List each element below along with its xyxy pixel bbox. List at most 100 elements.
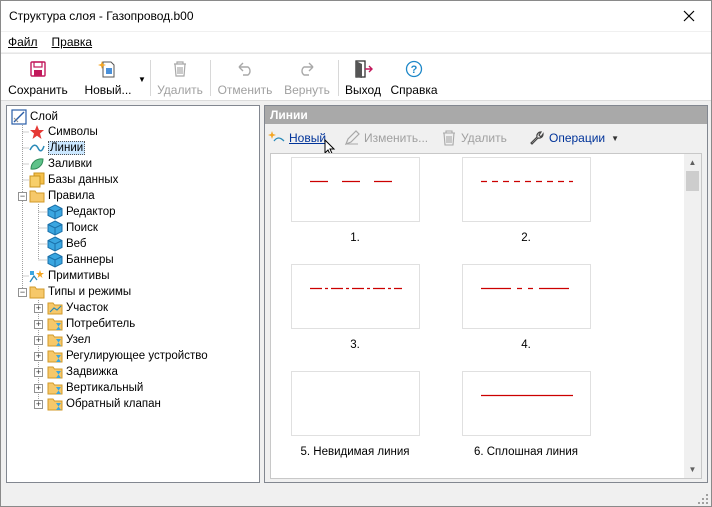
new-document-icon	[98, 58, 118, 80]
undo-label: Отменить	[217, 83, 273, 97]
line-style-item[interactable]: 5. Невидимая линия	[291, 371, 420, 459]
tree-item-rules[interactable]: Правила	[29, 188, 95, 204]
tree-item-primitives[interactable]: Примитивы	[29, 268, 109, 284]
scroll-down-arrow[interactable]: ▼	[684, 461, 701, 478]
line-style-tile[interactable]	[462, 371, 591, 436]
cube-icon	[47, 252, 63, 268]
help-icon: ?	[405, 58, 423, 80]
expand-toggle[interactable]: +	[34, 336, 43, 345]
toolbar-separator	[338, 60, 339, 96]
delete-line-label: Удалить	[461, 131, 507, 145]
tree-item-lines[interactable]: Линии	[29, 140, 86, 156]
new-line-button[interactable]: Новый	[268, 129, 326, 147]
line-style-item[interactable]: 4.	[462, 264, 591, 352]
line-styles-gallery[interactable]: 1. 2. 3. 4. 5. Невидимая линия 6. Сплошная ли…	[270, 153, 702, 479]
main-toolbar: Сохранить Новый... ▼ Удалить Отменить Ве…	[1, 53, 711, 101]
tree-item-consumer[interactable]: Потребитель	[47, 316, 135, 332]
line-style-tile[interactable]	[291, 157, 420, 222]
save-button[interactable]: Сохранить	[8, 58, 68, 98]
wrench-icon	[528, 129, 546, 147]
line-style-tile[interactable]	[291, 264, 420, 329]
tree-item-section[interactable]: Участок	[47, 300, 108, 316]
tree-item-banners[interactable]: Баннеры	[47, 252, 114, 268]
new-button[interactable]: Новый...	[80, 58, 136, 98]
layer-tree[interactable]: Слой Символы Линии Заливки Базы данных −…	[6, 105, 260, 483]
gallery-scrollbar[interactable]: ▲ ▼	[684, 154, 701, 478]
operations-label: Операции	[549, 131, 606, 145]
tree-item-label: Участок	[66, 302, 109, 314]
scroll-up-arrow[interactable]: ▲	[684, 154, 701, 171]
window-title: Структура слоя - Газопровод.b00	[9, 9, 194, 23]
line-style-tile[interactable]	[462, 157, 591, 222]
tree-item-search[interactable]: Поиск	[47, 220, 98, 236]
undo-button[interactable]: Отменить	[216, 58, 274, 98]
expand-toggle[interactable]: +	[34, 304, 43, 313]
line-style-caption: 6. Сплошная линия	[474, 446, 578, 458]
menu-file[interactable]: Файл	[1, 35, 45, 49]
tree-item-node[interactable]: Узел	[47, 332, 91, 348]
tree-item-layer[interactable]: Слой	[11, 109, 58, 125]
line-icon	[29, 140, 45, 156]
expand-toggle[interactable]: +	[34, 400, 43, 409]
new-line-icon	[268, 129, 286, 147]
tree-item-valve[interactable]: Задвижка	[47, 364, 118, 380]
tree-item-symbols[interactable]: Символы	[29, 124, 98, 140]
expand-toggle[interactable]: +	[34, 368, 43, 377]
tree-item-web[interactable]: Веб	[47, 236, 87, 252]
menu-edit[interactable]: Правка	[45, 35, 100, 49]
expand-toggle[interactable]: +	[34, 320, 43, 329]
edit-line-button[interactable]: Изменить...	[343, 129, 428, 147]
exit-label: Выход	[345, 83, 381, 97]
new-dropdown-arrow[interactable]: ▼	[138, 75, 146, 84]
collapse-toggle[interactable]: −	[18, 192, 27, 201]
line-style-tile[interactable]	[462, 264, 591, 329]
tree-item-databases[interactable]: Базы данных	[29, 172, 118, 188]
tree-item-label: Типы и режимы	[48, 286, 132, 298]
toolbar-separator	[150, 60, 151, 96]
type-folder-icon	[47, 380, 63, 396]
scroll-thumb[interactable]	[686, 171, 699, 191]
redo-icon	[297, 58, 317, 80]
fill-icon	[29, 156, 45, 172]
delete-button[interactable]: Удалить	[154, 58, 206, 98]
type-folder-icon	[47, 300, 63, 316]
tree-item-check-valve[interactable]: Обратный клапан	[47, 396, 161, 412]
cube-icon	[47, 236, 63, 252]
expand-toggle[interactable]: +	[34, 384, 43, 393]
primitives-icon	[29, 268, 45, 284]
line-style-item[interactable]: 6. Сплошная линия	[462, 371, 591, 459]
new-label: Новый...	[84, 83, 132, 97]
exit-button[interactable]: Выход	[342, 58, 384, 98]
line-style-item[interactable]: 2.	[462, 157, 591, 245]
exit-icon	[353, 58, 373, 80]
tree-item-label: Редактор	[66, 206, 116, 218]
collapse-toggle[interactable]: −	[18, 288, 27, 297]
line-style-item[interactable]: 1.	[291, 157, 420, 245]
menu-file-label: Файл	[8, 35, 38, 49]
redo-button[interactable]: Вернуть	[280, 58, 334, 98]
tree-item-label: Потребитель	[66, 318, 136, 330]
tree-item-fills[interactable]: Заливки	[29, 156, 92, 172]
tree-item-label: Базы данных	[48, 174, 119, 186]
tree-item-label: Веб	[66, 238, 87, 250]
operations-menu-button[interactable]: Операции ▼	[528, 129, 619, 147]
tree-item-label: Поиск	[66, 222, 98, 234]
help-button[interactable]: ? Справка	[388, 58, 440, 98]
tree-item-editor[interactable]: Редактор	[47, 204, 116, 220]
tree-item-label: Обратный клапан	[66, 398, 161, 410]
expand-toggle[interactable]: +	[34, 352, 43, 361]
resize-grip-icon[interactable]	[698, 494, 708, 504]
tree-item-regulator[interactable]: Регулирующее устройство	[47, 348, 208, 364]
close-button[interactable]	[667, 1, 711, 31]
line-style-item[interactable]: 3.	[291, 264, 420, 352]
tree-item-label: Регулирующее устройство	[66, 350, 208, 362]
trash-icon	[172, 58, 188, 80]
title-bar: Структура слоя - Газопровод.b00	[1, 1, 711, 31]
tree-item-vertical[interactable]: Вертикальный	[47, 380, 143, 396]
save-label: Сохранить	[8, 83, 68, 97]
folder-icon	[29, 284, 45, 300]
tree-item-label: Правила	[48, 190, 95, 202]
tree-item-types-modes[interactable]: Типы и режимы	[29, 284, 131, 300]
line-style-tile[interactable]	[291, 371, 420, 436]
delete-line-button[interactable]: Удалить	[440, 129, 507, 147]
